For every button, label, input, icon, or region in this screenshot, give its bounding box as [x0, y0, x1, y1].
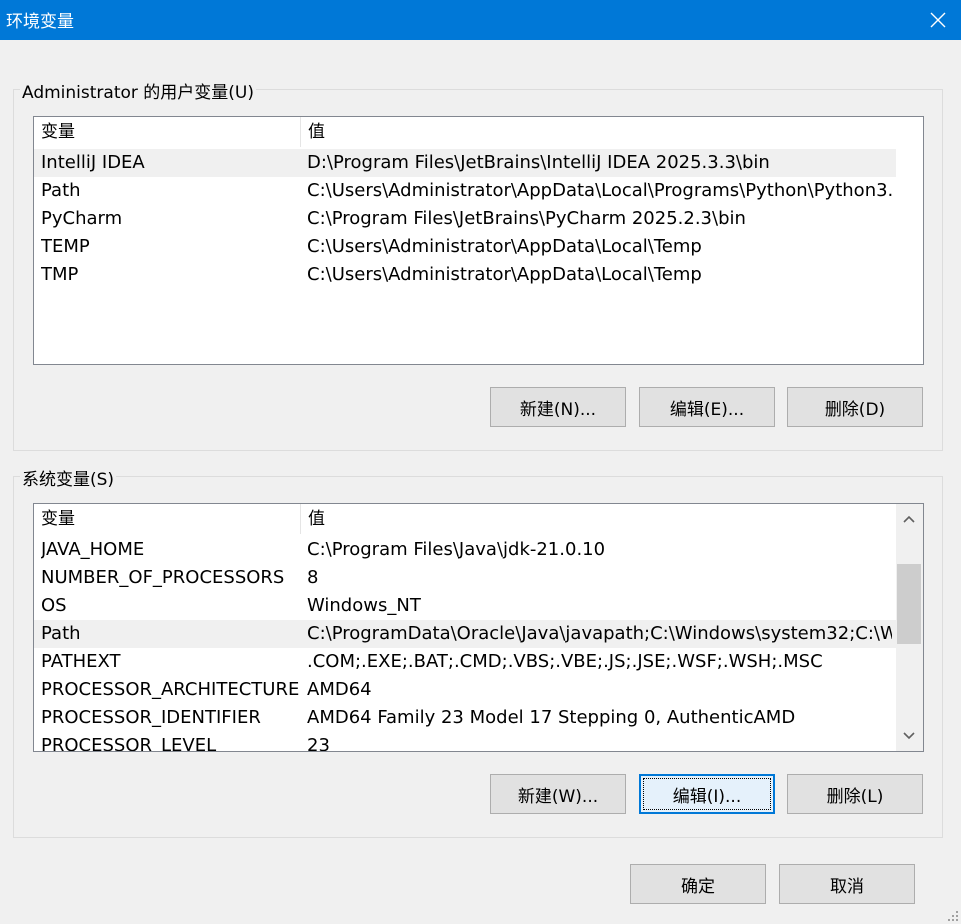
window-title: 环境变量 [6, 12, 74, 32]
vertical-scrollbar[interactable] [896, 504, 923, 751]
list-header: 变量 值 [34, 117, 896, 147]
variable-name: PROCESSOR_LEVEL [41, 735, 217, 752]
close-icon [930, 12, 946, 28]
column-header-value[interactable]: 值 [301, 117, 896, 147]
variable-value: Windows_NT [307, 595, 421, 616]
user-delete-button[interactable]: 删除(D) [787, 387, 923, 427]
variable-value: AMD64 [307, 679, 372, 700]
table-row[interactable]: TMP C:\Users\Administrator\AppData\Local\… [34, 261, 896, 289]
variable-name: TMP [41, 264, 79, 285]
system-delete-button[interactable]: 删除(L) [787, 774, 923, 814]
variable-name: PROCESSOR_ARCHITECTURE [41, 679, 299, 700]
chevron-up-icon [903, 515, 915, 523]
table-row[interactable]: IntelliJ IDEA D:\Program Files\JetBrains\… [34, 149, 896, 177]
table-row[interactable]: PROCESSOR_LEVEL 23 [34, 732, 896, 752]
title-bar: 环境变量 [0, 0, 961, 40]
variable-name: JAVA_HOME [41, 539, 145, 560]
variable-name: NUMBER_OF_PROCESSORS [41, 567, 285, 588]
system-new-button[interactable]: 新建(W)... [490, 774, 626, 814]
ok-button[interactable]: 确定 [630, 864, 766, 904]
user-edit-button[interactable]: 编辑(E)... [639, 387, 775, 427]
table-row[interactable]: PATHEXT .COM;.EXE;.BAT;.CMD;.VBS;.VBE;.JS… [34, 648, 896, 676]
variable-name: PATHEXT [41, 651, 121, 672]
variable-value: D:\Program Files\JetBrains\IntelliJ IDEA… [307, 152, 770, 173]
variable-value: C:\Users\Administrator\AppData\Local\Tem… [307, 264, 702, 285]
table-row[interactable]: NUMBER_OF_PROCESSORS 8 [34, 564, 896, 592]
list-header: 变量 值 [34, 504, 896, 534]
variable-value: 8 [307, 567, 319, 588]
variable-value: C:\Program Files\Java\jdk-21.0.10 [307, 539, 606, 560]
variable-value: 23 [307, 735, 330, 752]
table-row[interactable]: PyCharm C:\Program Files\JetBrains\PyChar… [34, 205, 896, 233]
table-row[interactable]: Path C:\Users\Administrator\AppData\Local… [34, 177, 896, 205]
table-row[interactable]: JAVA_HOME C:\Program Files\Java\jdk-21.0.… [34, 536, 896, 564]
table-row[interactable]: TEMP C:\Users\Administrator\AppData\Local… [34, 233, 896, 261]
table-row[interactable]: OS Windows_NT [34, 592, 896, 620]
variable-value: C:\Users\Administrator\AppData\Local\Pro… [307, 180, 892, 201]
variable-value: C:\ProgramData\Oracle\Java\javapath;C:\W… [307, 623, 892, 644]
column-header-variable[interactable]: 变量 [34, 504, 300, 534]
scroll-up-button[interactable] [896, 506, 922, 532]
variable-value: AMD64 Family 23 Model 17 Stepping 0, Aut… [307, 707, 796, 728]
system-edit-button[interactable]: 编辑(I)... [639, 774, 775, 814]
variable-name: PROCESSOR_IDENTIFIER [41, 707, 261, 728]
user-new-button[interactable]: 新建(N)... [490, 387, 626, 427]
user-variables-label: Administrator 的用户变量(U) [20, 78, 256, 103]
cancel-button[interactable]: 取消 [779, 864, 915, 904]
table-row[interactable]: PROCESSOR_IDENTIFIER AMD64 Family 23 Mode… [34, 704, 896, 732]
user-variables-list[interactable]: 变量 值 IntelliJ IDEA D:\Program Files\JetBr… [33, 116, 924, 365]
chevron-down-icon [903, 732, 915, 740]
system-variables-label: 系统变量(S) [20, 465, 117, 490]
variable-value: .COM;.EXE;.BAT;.CMD;.VBS;.VBE;.JS;.JSE;.… [307, 651, 823, 672]
column-header-value[interactable]: 值 [301, 504, 896, 534]
scroll-down-button[interactable] [896, 723, 922, 749]
column-header-variable[interactable]: 变量 [34, 117, 300, 147]
variable-value: C:\Program Files\JetBrains\PyCharm 2025.… [307, 208, 746, 229]
variable-value: C:\Users\Administrator\AppData\Local\Tem… [307, 236, 702, 257]
variable-name: IntelliJ IDEA [41, 152, 145, 173]
variable-name: OS [41, 595, 67, 616]
variable-name: Path [41, 623, 81, 644]
table-row[interactable]: PROCESSOR_ARCHITECTURE AMD64 [34, 676, 896, 704]
variable-name: PyCharm [41, 208, 123, 229]
scroll-thumb[interactable] [897, 564, 921, 644]
resize-grip-icon[interactable] [945, 908, 959, 922]
variable-name: Path [41, 180, 81, 201]
close-button[interactable] [915, 0, 961, 40]
variable-name: TEMP [41, 236, 90, 257]
system-variables-list[interactable]: 变量 值 JAVA_HOME C:\Program Files\Java\jdk-… [33, 503, 924, 752]
table-row[interactable]: Path C:\ProgramData\Oracle\Java\javapath;… [34, 620, 896, 648]
